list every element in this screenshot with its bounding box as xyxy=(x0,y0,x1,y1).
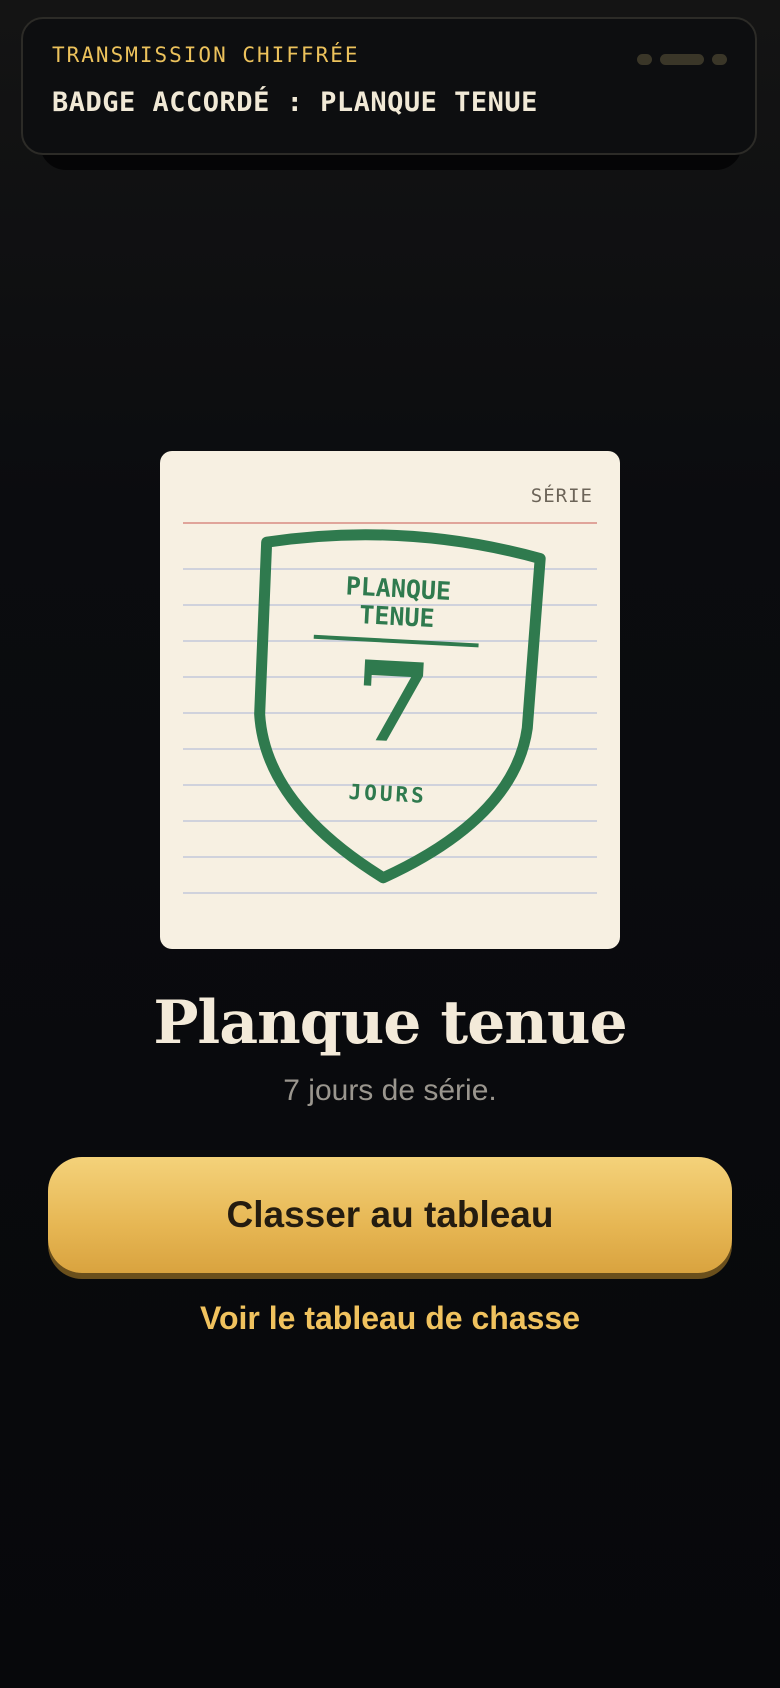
shield-badge-icon: PLANQUE TENUE 7 JOURS xyxy=(254,529,546,884)
notification-indicator xyxy=(637,54,727,65)
badge-unit: JOURS xyxy=(348,780,427,808)
badge-card: SÉRIE PLANQUE TENUE 7 JOURS xyxy=(160,451,620,949)
notification-message: BADGE ACCORDÉ : PLANQUE TENUE xyxy=(52,87,538,118)
badge-number: 7 xyxy=(351,636,434,769)
badge-line-2: TENUE xyxy=(359,600,436,633)
notification-kicker: TRANSMISSION CHIFFRÉE xyxy=(52,43,360,67)
voir-tableau-de-chasse-link[interactable]: Voir le tableau de chasse xyxy=(0,1300,780,1337)
achievement-title: Planque tenue xyxy=(153,988,627,1058)
notification-banner[interactable]: TRANSMISSION CHIFFRÉE BADGE ACCORDÉ : PL… xyxy=(21,17,757,155)
classer-au-tableau-button[interactable]: Classer au tableau xyxy=(48,1157,732,1273)
achievement-subtitle: 7 jours de série. xyxy=(283,1074,497,1107)
